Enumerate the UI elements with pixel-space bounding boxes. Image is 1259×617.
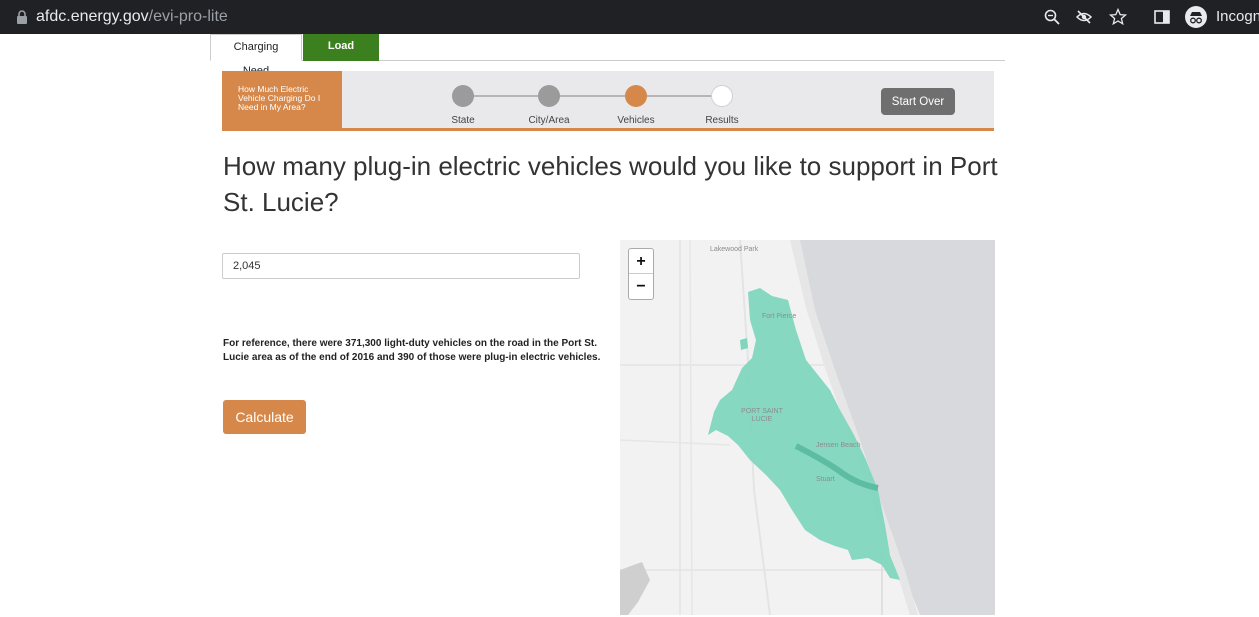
incognito-label: Incogn — [1216, 8, 1259, 25]
vehicle-count-input[interactable] — [222, 253, 580, 279]
step-results-dot[interactable] — [711, 85, 733, 107]
wizard-progress: How Much Electric Vehicle Charging Do I … — [222, 71, 994, 131]
map-label-lakewood-park: Lakewood Park — [710, 246, 759, 253]
url-path: /evi-pro-lite — [148, 8, 228, 25]
tab-load-profile[interactable]: Load Profile — [303, 34, 379, 76]
step-vehicles-dot[interactable] — [625, 85, 647, 107]
step-vehicles-label: Vehicles — [617, 115, 655, 126]
step-city-dot[interactable] — [538, 85, 560, 107]
calculate-button[interactable]: Calculate — [223, 400, 306, 434]
reference-text: For reference, there were 371,300 light-… — [223, 338, 601, 363]
map-label-port-saint-lucie: PORT SAINT LUCIE — [741, 408, 783, 423]
tab-charging-need[interactable]: Charging Need — [210, 34, 302, 77]
start-over-button[interactable]: Start Over — [881, 88, 955, 115]
map-label-fort-pierce: Fort Pierce — [762, 313, 797, 320]
page-question: How many plug-in electric vehicles would… — [223, 151, 998, 217]
browser-address-bar: afdc.energy.gov/evi-pro-lite Incogn — [0, 0, 1259, 34]
zoom-in-button[interactable]: + — [629, 249, 653, 274]
step-city-label: City/Area — [528, 115, 570, 126]
steps-connector — [464, 95, 722, 97]
address-url[interactable]: afdc.energy.gov/evi-pro-lite — [36, 7, 228, 27]
url-host: afdc.energy.gov — [36, 8, 149, 25]
star-icon[interactable] — [1109, 8, 1127, 26]
map-label-stuart: Stuart — [816, 476, 835, 483]
zoom-icon[interactable] — [1043, 8, 1061, 26]
region-map[interactable]: + − Lakewood Park Fort Pierce PORT SAINT… — [620, 240, 995, 615]
map-canvas[interactable] — [620, 240, 995, 615]
tab-bar: Charging Need Load Profile — [210, 34, 1005, 77]
step-results-label: Results — [705, 115, 739, 126]
side-panel-icon[interactable] — [1153, 8, 1171, 26]
wizard-title: How Much Electric Vehicle Charging Do I … — [222, 71, 342, 128]
eye-slash-icon[interactable] — [1075, 8, 1093, 26]
map-label-jensen-beach: Jensen Beach — [816, 442, 861, 449]
step-state-dot[interactable] — [452, 85, 474, 107]
step-state-label: State — [451, 115, 475, 126]
lock-icon — [17, 10, 27, 24]
incognito-icon[interactable] — [1185, 6, 1207, 28]
zoom-controls: + − — [628, 248, 654, 300]
zoom-out-button[interactable]: − — [629, 274, 653, 299]
